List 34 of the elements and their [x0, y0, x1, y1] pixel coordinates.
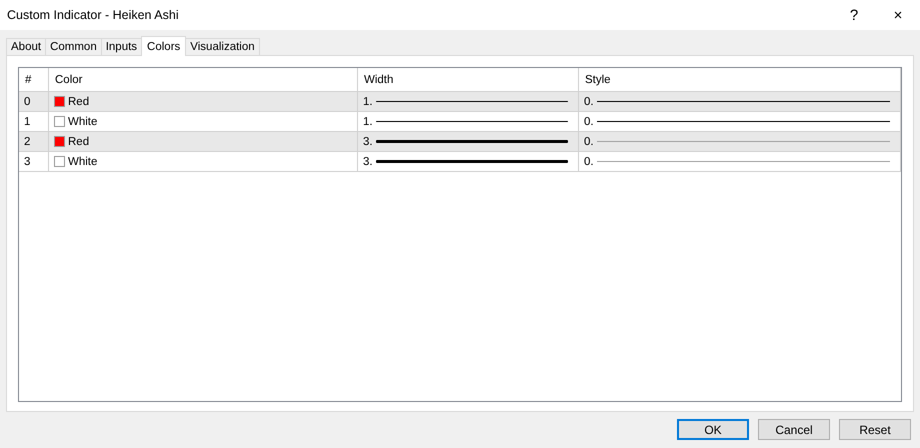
table-cell: 2 [19, 132, 49, 151]
tab[interactable]: About [6, 38, 46, 55]
color-name: Red [68, 136, 90, 148]
dialog-button[interactable]: Cancel [758, 419, 830, 440]
width-value: 1. [363, 96, 373, 108]
tab[interactable]: Inputs [100, 38, 142, 55]
close-button[interactable]: × [876, 0, 920, 30]
width-value: 3. [363, 136, 373, 148]
dialog-button[interactable]: OK [677, 419, 749, 440]
column-header[interactable]: Color [49, 68, 358, 91]
color-swatch[interactable] [54, 116, 65, 127]
table-cell: 0 [19, 92, 49, 111]
color-swatch[interactable] [54, 96, 65, 107]
table-cell: 3 [19, 152, 49, 171]
color-name: Red [68, 96, 90, 108]
help-button[interactable]: ? [832, 0, 876, 30]
table-cell: 1 [19, 112, 49, 131]
column-header[interactable]: # [19, 68, 49, 91]
style-value: 0. [584, 96, 594, 108]
tab[interactable]: Visualization [185, 38, 260, 55]
style-value: 0. [584, 116, 594, 128]
color-swatch[interactable] [54, 156, 65, 167]
style-value: 0. [584, 156, 594, 168]
color-name: White [68, 116, 98, 128]
window-title: Custom Indicator - Heiken Ashi [7, 8, 180, 22]
color-name: White [68, 156, 98, 168]
column-header[interactable]: Width [358, 68, 579, 91]
width-value: 1. [363, 116, 373, 128]
style-value: 0. [584, 136, 594, 148]
column-header[interactable]: Style [579, 68, 901, 91]
tab[interactable]: Colors [141, 36, 186, 56]
dialog-button[interactable]: Reset [839, 419, 911, 440]
color-swatch[interactable] [54, 136, 65, 147]
width-value: 3. [363, 156, 373, 168]
